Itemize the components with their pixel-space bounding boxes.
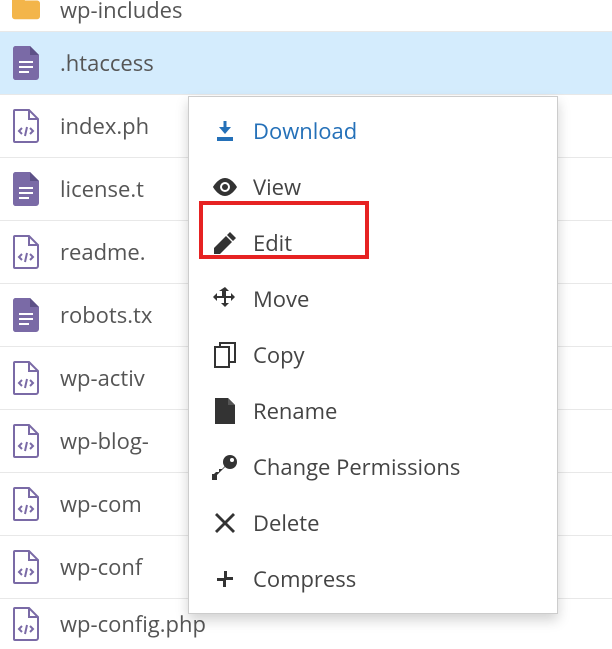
folder-icon [12,0,40,25]
menu-item-rename[interactable]: Rename [189,383,557,439]
menu-item-label: Download [253,116,357,146]
move-icon [211,287,239,311]
code-file-icon [12,235,40,269]
key-icon [211,454,239,480]
eye-icon [211,178,239,196]
menu-item-label: Rename [253,396,337,426]
code-file-icon [12,550,40,584]
code-file-icon [12,424,40,458]
menu-item-download[interactable]: Download [189,103,557,159]
compress-icon [211,568,239,590]
file-icon [211,398,239,424]
code-file-icon [12,607,40,641]
file-name: index.ph [60,111,149,141]
text-file-icon [12,298,40,332]
menu-item-compress[interactable]: Compress [189,551,557,607]
file-name: wp-activ [60,363,145,393]
menu-item-edit[interactable]: Edit [189,215,557,271]
menu-item-label: Move [253,284,309,314]
menu-item-permissions[interactable]: Change Permissions [189,439,557,495]
menu-item-label: Delete [253,508,319,538]
file-row[interactable]: .htaccess [0,32,612,95]
menu-item-label: Edit [253,228,292,258]
menu-item-label: Copy [253,340,305,370]
menu-item-move[interactable]: Move [189,271,557,327]
text-file-icon [12,172,40,206]
menu-item-copy[interactable]: Copy [189,327,557,383]
file-name: wp-conf [60,552,142,582]
delete-icon [211,513,239,533]
menu-item-label: Change Permissions [253,452,460,482]
code-file-icon [12,361,40,395]
file-name: wp-com [60,489,142,519]
context-menu: Download View Edit Move Copy Rename [188,96,558,614]
file-name: .htaccess [60,48,154,78]
file-name: wp-config.php [60,609,206,639]
file-name: wp-blog- [60,426,149,456]
copy-icon [211,342,239,368]
file-row[interactable]: wp-includes [0,0,612,32]
file-name: wp-includes [60,0,183,25]
file-name: readme. [60,237,146,267]
text-file-icon [12,46,40,80]
code-file-icon [12,487,40,521]
pencil-icon [211,232,239,254]
menu-item-label: View [253,172,301,202]
file-name: robots.tx [60,300,152,330]
file-name: license.t [60,174,144,204]
download-icon [211,119,239,143]
code-file-icon [12,109,40,143]
menu-item-delete[interactable]: Delete [189,495,557,551]
menu-item-view[interactable]: View [189,159,557,215]
menu-item-label: Compress [253,564,356,594]
